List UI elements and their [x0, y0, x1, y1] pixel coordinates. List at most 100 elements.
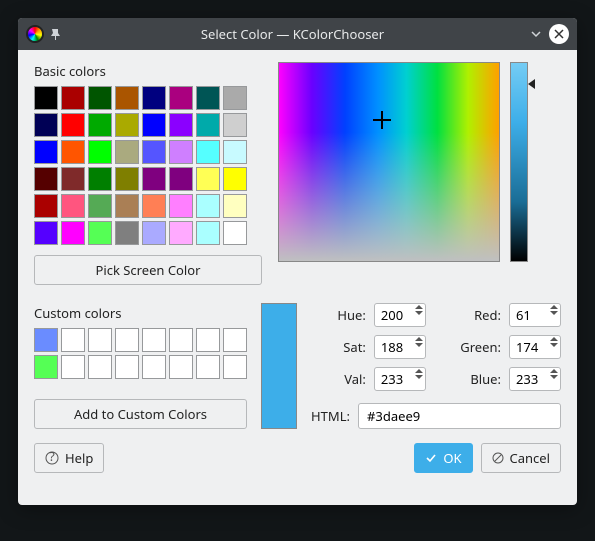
basic-swatch[interactable] [115, 221, 139, 245]
pin-icon[interactable] [50, 28, 62, 40]
basic-swatch[interactable] [34, 113, 58, 137]
color-preview [261, 303, 297, 429]
basic-swatch[interactable] [196, 221, 220, 245]
custom-swatch[interactable] [115, 328, 139, 352]
spin-up-icon[interactable] [550, 305, 558, 309]
window-title: Select Color — KColorChooser [62, 25, 523, 43]
basic-swatch[interactable] [34, 86, 58, 110]
basic-swatch[interactable] [169, 167, 193, 191]
custom-swatch[interactable] [142, 328, 166, 352]
dialog-content: Basic colors Pick Screen Color Custom co… [18, 50, 577, 505]
custom-swatch[interactable] [61, 328, 85, 352]
custom-swatch[interactable] [34, 355, 58, 379]
spin-down-icon[interactable] [415, 375, 423, 379]
hue-label: Hue: [311, 306, 366, 324]
numeric-inputs: Hue: Red: Sat: Green: Val: Blue: HTML: [311, 303, 561, 429]
spin-down-icon[interactable] [415, 311, 423, 315]
crosshair-icon [373, 111, 391, 129]
basic-swatch[interactable] [61, 167, 85, 191]
basic-colors-grid [34, 86, 262, 245]
custom-swatch[interactable] [34, 328, 58, 352]
basic-swatch[interactable] [223, 113, 247, 137]
basic-swatch[interactable] [142, 86, 166, 110]
custom-swatch[interactable] [169, 355, 193, 379]
hue-saturation-field[interactable] [278, 62, 500, 262]
basic-swatch[interactable] [61, 113, 85, 137]
spin-down-icon[interactable] [550, 311, 558, 315]
basic-swatch[interactable] [34, 140, 58, 164]
basic-swatch[interactable] [169, 140, 193, 164]
custom-swatch[interactable] [223, 355, 247, 379]
spin-up-icon[interactable] [415, 337, 423, 341]
basic-swatch[interactable] [223, 140, 247, 164]
custom-swatch[interactable] [223, 328, 247, 352]
basic-swatch[interactable] [88, 167, 112, 191]
value-slider[interactable] [510, 62, 528, 262]
help-button[interactable]: ? Help [34, 443, 104, 473]
basic-swatch[interactable] [142, 167, 166, 191]
html-input[interactable] [358, 403, 561, 429]
add-custom-button[interactable]: Add to Custom Colors [34, 399, 247, 429]
close-icon[interactable] [549, 24, 569, 44]
slider-handle-icon[interactable] [528, 79, 535, 89]
cancel-icon [492, 452, 504, 464]
basic-swatch[interactable] [34, 194, 58, 218]
basic-swatch[interactable] [169, 113, 193, 137]
custom-swatch[interactable] [88, 328, 112, 352]
basic-swatch[interactable] [115, 140, 139, 164]
custom-colors-label: Custom colors [34, 304, 247, 322]
basic-swatch[interactable] [61, 86, 85, 110]
spin-up-icon[interactable] [550, 337, 558, 341]
basic-swatch[interactable] [223, 86, 247, 110]
basic-swatch[interactable] [142, 194, 166, 218]
basic-swatch[interactable] [88, 194, 112, 218]
basic-swatch[interactable] [61, 221, 85, 245]
minimize-icon[interactable] [529, 27, 543, 41]
cancel-button[interactable]: Cancel [481, 443, 561, 473]
basic-swatch[interactable] [142, 113, 166, 137]
basic-swatch[interactable] [196, 113, 220, 137]
basic-swatch[interactable] [88, 86, 112, 110]
custom-swatch[interactable] [196, 328, 220, 352]
app-icon [26, 25, 44, 43]
spin-down-icon[interactable] [550, 375, 558, 379]
basic-colors-label: Basic colors [34, 62, 262, 80]
basic-swatch[interactable] [142, 140, 166, 164]
custom-swatch[interactable] [61, 355, 85, 379]
basic-swatch[interactable] [115, 194, 139, 218]
basic-swatch[interactable] [88, 140, 112, 164]
basic-swatch[interactable] [61, 140, 85, 164]
basic-swatch[interactable] [196, 140, 220, 164]
spin-up-icon[interactable] [550, 369, 558, 373]
basic-swatch[interactable] [34, 221, 58, 245]
basic-swatch[interactable] [88, 221, 112, 245]
basic-swatch[interactable] [115, 167, 139, 191]
basic-swatch[interactable] [223, 194, 247, 218]
spin-down-icon[interactable] [550, 343, 558, 347]
basic-swatch[interactable] [169, 194, 193, 218]
basic-swatch[interactable] [115, 113, 139, 137]
custom-swatch[interactable] [115, 355, 139, 379]
basic-swatch[interactable] [142, 221, 166, 245]
basic-swatch[interactable] [88, 113, 112, 137]
basic-swatch[interactable] [196, 167, 220, 191]
spin-up-icon[interactable] [415, 305, 423, 309]
pick-screen-color-button[interactable]: Pick Screen Color [34, 255, 262, 285]
custom-swatch[interactable] [169, 328, 193, 352]
custom-swatch[interactable] [88, 355, 112, 379]
custom-swatch[interactable] [142, 355, 166, 379]
basic-swatch[interactable] [196, 194, 220, 218]
custom-swatch[interactable] [196, 355, 220, 379]
ok-button[interactable]: OK [414, 443, 472, 473]
basic-swatch[interactable] [223, 167, 247, 191]
basic-swatch[interactable] [223, 221, 247, 245]
basic-swatch[interactable] [169, 221, 193, 245]
basic-swatch[interactable] [34, 167, 58, 191]
basic-swatch[interactable] [169, 86, 193, 110]
basic-swatch[interactable] [196, 86, 220, 110]
basic-swatch[interactable] [61, 194, 85, 218]
basic-swatch[interactable] [115, 86, 139, 110]
check-icon [425, 452, 437, 464]
spin-down-icon[interactable] [415, 343, 423, 347]
spin-up-icon[interactable] [415, 369, 423, 373]
